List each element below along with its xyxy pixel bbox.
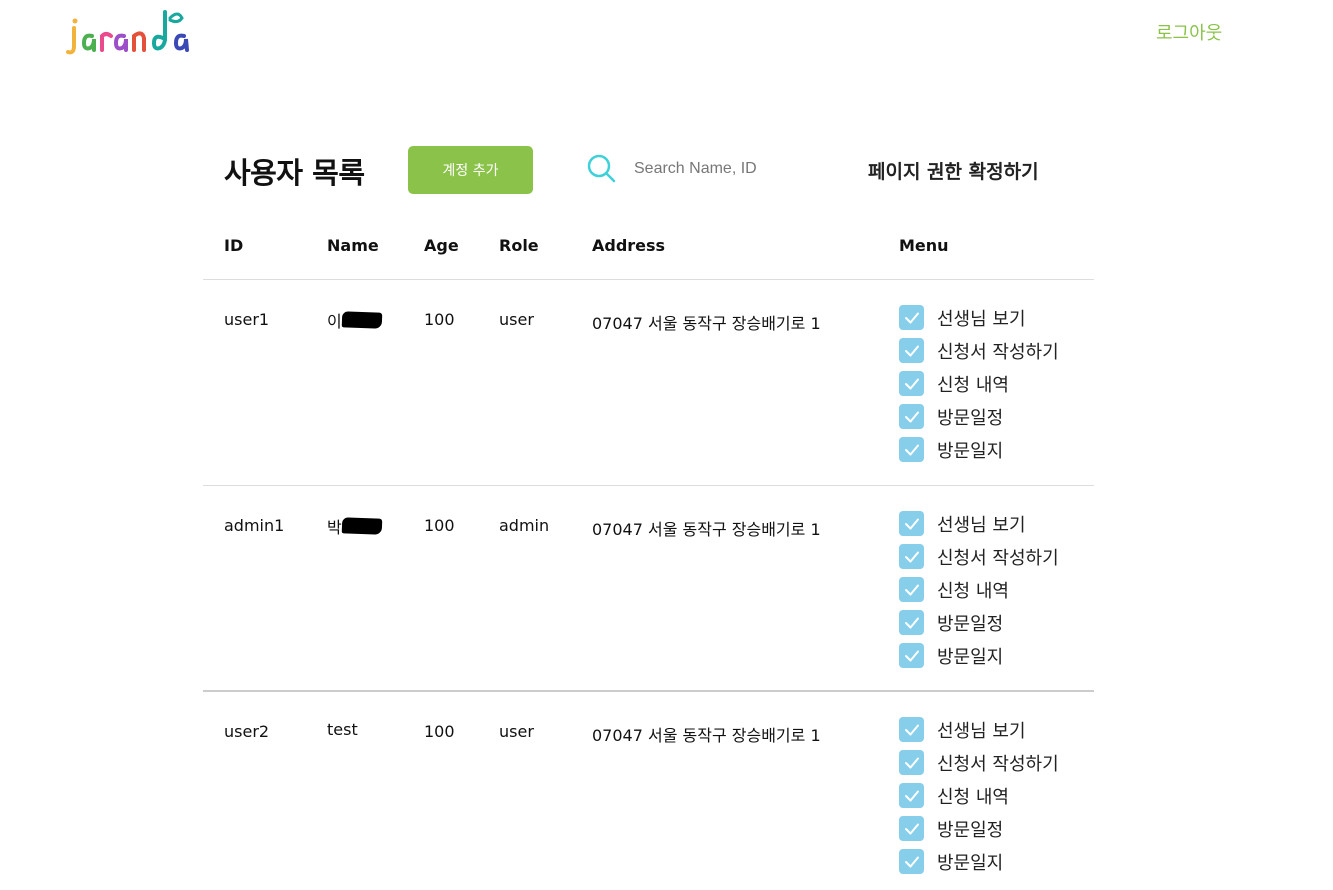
- checkbox-checked[interactable]: [899, 305, 924, 330]
- column-header-id: ID: [224, 236, 244, 255]
- menu-permission-item: 방문일정: [899, 606, 1059, 639]
- menu-permission-item: 방문일지: [899, 845, 1059, 878]
- user-name-cell: 이: [327, 308, 383, 332]
- checkbox-checked[interactable]: [899, 544, 924, 569]
- table-header: ID Name Age Role Address Menu: [203, 218, 1094, 280]
- menu-permission-item: 신청 내역: [899, 367, 1059, 400]
- logo-image: [66, 10, 189, 55]
- menu-permission-label: 신청서 작성하기: [937, 341, 1059, 363]
- menu-permission-item: 방문일지: [899, 639, 1059, 672]
- user-name-cell: 박: [327, 514, 383, 538]
- checkbox-checked[interactable]: [899, 404, 924, 429]
- menu-permission-label: 신청 내역: [937, 374, 1009, 396]
- user-age-cell: 100: [424, 516, 455, 535]
- menu-permission-label: 신청서 작성하기: [937, 547, 1059, 569]
- menu-permission-item: 신청서 작성하기: [899, 746, 1059, 779]
- user-address-cell: 07047 서울 동작구 장승배기로 1: [592, 314, 821, 333]
- checkbox-checked[interactable]: [899, 577, 924, 602]
- menu-permission-item: 신청 내역: [899, 779, 1059, 812]
- search-icon[interactable]: [586, 153, 616, 183]
- menu-permission-label: 신청 내역: [937, 786, 1009, 808]
- menu-permission-label: 방문일지: [937, 852, 1004, 874]
- menu-permission-label: 선생님 보기: [937, 720, 1026, 742]
- menu-permission-label: 방문일정: [937, 407, 1004, 429]
- user-name-text: 박: [327, 518, 342, 537]
- user-name-text: 이: [327, 312, 342, 331]
- user-age-cell: 100: [424, 722, 455, 741]
- user-address-cell: 07047 서울 동작구 장승배기로 1: [592, 520, 821, 539]
- user-table: ID Name Age Role Address Menu user1 이 10…: [203, 218, 1094, 890]
- menu-permission-list: 선생님 보기 신청서 작성하기 신청 내역 방문일정 방문일지: [899, 507, 1059, 672]
- checkbox-checked[interactable]: [899, 371, 924, 396]
- checkbox-checked[interactable]: [899, 610, 924, 635]
- user-role-cell: admin: [499, 516, 550, 535]
- column-header-name: Name: [327, 236, 379, 255]
- column-header-address: Address: [592, 236, 666, 255]
- menu-permission-item: 방문일정: [899, 812, 1059, 845]
- logout-link[interactable]: 로그아웃: [1156, 19, 1222, 45]
- menu-permission-item: 방문일정: [899, 400, 1059, 433]
- menu-permission-label: 방문일지: [937, 646, 1004, 668]
- column-header-menu: Menu: [899, 236, 949, 255]
- menu-permission-label: 신청서 작성하기: [937, 753, 1059, 775]
- page-title: 사용자 목록: [224, 156, 365, 190]
- menu-permission-list: 선생님 보기 신청서 작성하기 신청 내역 방문일정 방문일지: [899, 713, 1059, 878]
- user-age-cell: 100: [424, 310, 455, 329]
- checkbox-checked[interactable]: [899, 511, 924, 536]
- menu-permission-item: 선생님 보기: [899, 301, 1059, 334]
- menu-permission-item: 선생님 보기: [899, 507, 1059, 540]
- menu-permission-label: 방문일정: [937, 819, 1004, 841]
- add-account-button[interactable]: 계정 추가: [408, 146, 533, 194]
- checkbox-checked[interactable]: [899, 849, 924, 874]
- user-id-cell: user2: [224, 722, 270, 741]
- menu-permission-item: 선생님 보기: [899, 713, 1059, 746]
- menu-permission-label: 방문일정: [937, 613, 1004, 635]
- menu-permission-item: 신청서 작성하기: [899, 540, 1059, 573]
- user-address-cell: 07047 서울 동작구 장승배기로 1: [592, 726, 821, 745]
- checkbox-checked[interactable]: [899, 816, 924, 841]
- checkbox-checked[interactable]: [899, 717, 924, 742]
- search-input[interactable]: [624, 152, 834, 186]
- column-header-role: Role: [499, 236, 539, 255]
- user-name-text: test: [327, 720, 358, 739]
- user-role-cell: user: [499, 310, 534, 329]
- menu-permission-label: 선생님 보기: [937, 514, 1026, 536]
- jaranda-logo[interactable]: [66, 6, 198, 58]
- name-redaction: [341, 517, 383, 535]
- column-header-age: Age: [424, 236, 459, 255]
- user-id-cell: user1: [224, 310, 270, 329]
- menu-permission-list: 선생님 보기 신청서 작성하기 신청 내역 방문일정 방문일지: [899, 301, 1059, 466]
- user-id-cell: admin1: [224, 516, 285, 535]
- checkbox-checked[interactable]: [899, 750, 924, 775]
- checkbox-checked[interactable]: [899, 338, 924, 363]
- menu-permission-item: 신청서 작성하기: [899, 334, 1059, 367]
- menu-permission-item: 신청 내역: [899, 573, 1059, 606]
- table-row: admin1 박 100 admin 07047 서울 동작구 장승배기로 1 …: [203, 486, 1094, 692]
- menu-permission-label: 방문일지: [937, 440, 1004, 462]
- checkbox-checked[interactable]: [899, 437, 924, 462]
- menu-permission-item: 방문일지: [899, 433, 1059, 466]
- table-row: user2 test 100 user 07047 서울 동작구 장승배기로 1…: [203, 692, 1094, 890]
- checkbox-checked[interactable]: [899, 783, 924, 808]
- table-row: user1 이 100 user 07047 서울 동작구 장승배기로 1 선생…: [203, 280, 1094, 486]
- user-role-cell: user: [499, 722, 534, 741]
- name-redaction: [341, 311, 383, 329]
- user-name-cell: test: [327, 720, 358, 739]
- menu-permission-label: 신청 내역: [937, 580, 1009, 602]
- confirm-permissions-button[interactable]: 페이지 권한 확정하기: [868, 157, 1039, 184]
- checkbox-checked[interactable]: [899, 643, 924, 668]
- menu-permission-label: 선생님 보기: [937, 308, 1026, 330]
